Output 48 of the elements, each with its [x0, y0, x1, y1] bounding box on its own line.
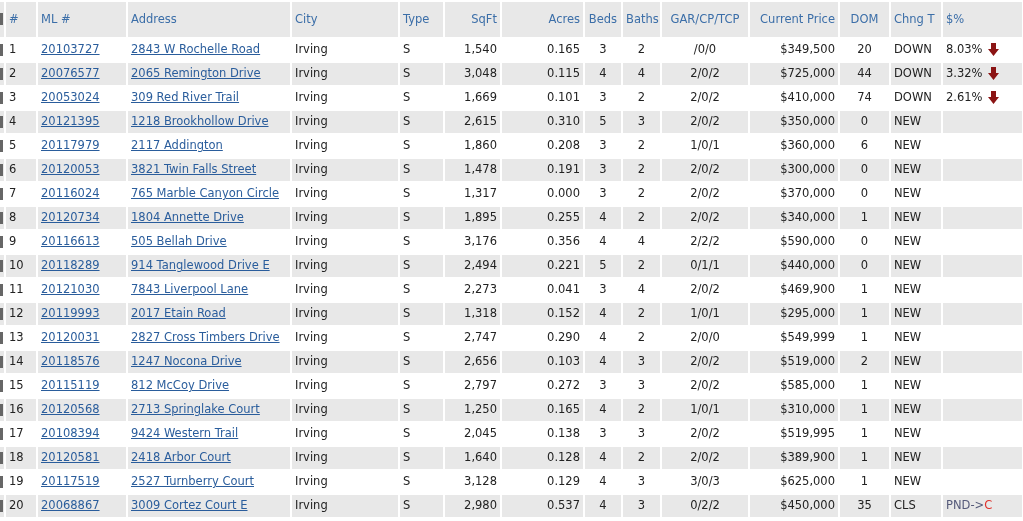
column-header[interactable]: GAR/CP/TCP — [661, 1, 749, 38]
status-change: PND->C — [946, 498, 993, 513]
column-header[interactable]: Acres — [501, 1, 584, 38]
percent-change: 2.61% — [946, 90, 983, 105]
table-cell: 1/0/1 — [661, 398, 749, 422]
table-cell: Irving — [291, 446, 399, 470]
table-cell: 2/0/2 — [661, 158, 749, 182]
table-cell: $350,000 — [749, 110, 839, 134]
column-header[interactable]: SqFt — [444, 1, 501, 38]
table-cell: Irving — [291, 110, 399, 134]
column-header[interactable]: ML # — [37, 1, 127, 38]
table-cell: $440,000 — [749, 254, 839, 278]
table-cell: 1/0/1 — [661, 302, 749, 326]
column-header[interactable]: Chng T — [890, 1, 942, 38]
table-cell: $725,000 — [749, 62, 839, 86]
table-cell: $389,900 — [749, 446, 839, 470]
table-cell: $450,000 — [749, 494, 839, 518]
table-cell: Irving — [291, 398, 399, 422]
table-cell: Irving — [291, 62, 399, 86]
table-cell: 2/0/2 — [661, 110, 749, 134]
table-cell: Irving — [291, 302, 399, 326]
column-header[interactable]: DOM — [839, 1, 890, 38]
table-cell: $519,000 — [749, 350, 839, 374]
percent-change: 3.32% — [946, 66, 983, 81]
table-cell: 2/0/2 — [661, 62, 749, 86]
column-header[interactable]: Type — [399, 1, 444, 38]
table-cell: Irving — [291, 350, 399, 374]
percent-change: 8.03% — [946, 42, 983, 57]
column-header[interactable]: # — [5, 1, 37, 38]
table-cell: 2/0/2 — [661, 446, 749, 470]
table-cell: $295,000 — [749, 302, 839, 326]
table-cell: $340,000 — [749, 206, 839, 230]
column-header[interactable]: Baths — [622, 1, 661, 38]
table-cell: 2/0/2 — [661, 350, 749, 374]
table-cell: 2/0/2 — [661, 206, 749, 230]
table-cell: $300,000 — [749, 158, 839, 182]
table-cell: 0/1/1 — [661, 254, 749, 278]
table-cell: 0/2/2 — [661, 494, 749, 518]
column-header[interactable]: Beds — [584, 1, 622, 38]
table-cell: Irving — [291, 158, 399, 182]
table-cell: Irving — [291, 206, 399, 230]
table-cell: $310,000 — [749, 398, 839, 422]
column-header[interactable]: City — [291, 1, 399, 38]
column-header[interactable]: Address — [127, 1, 291, 38]
table-cell: Irving — [291, 254, 399, 278]
column-header[interactable]: $% — [942, 1, 1023, 38]
column-header[interactable]: Current Price — [749, 1, 839, 38]
table-cell: Irving — [291, 494, 399, 518]
